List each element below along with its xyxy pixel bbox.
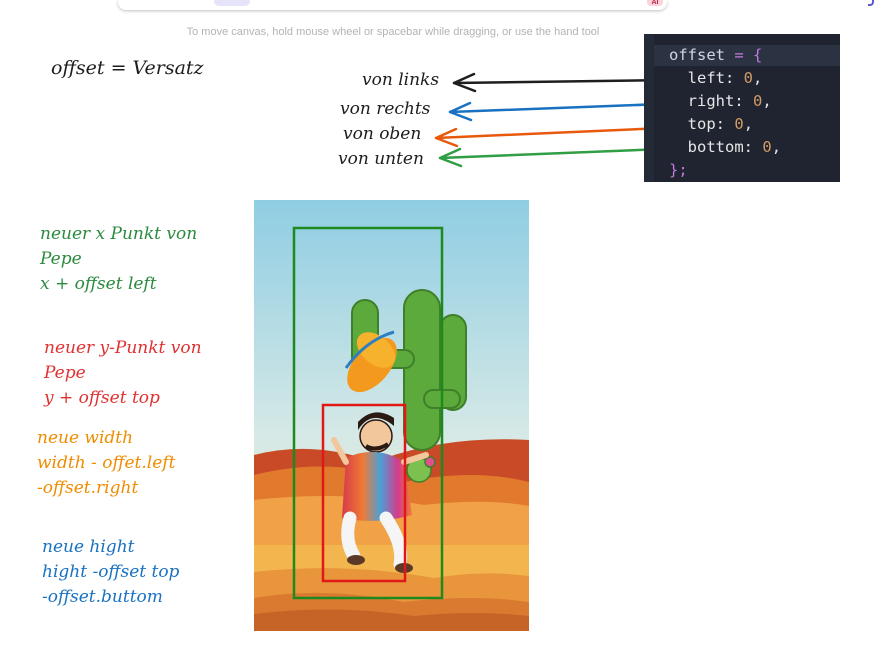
note-width-line-3: -offset.right: [37, 478, 139, 498]
code-line-top: top: 0,: [687, 115, 754, 133]
code-value-top: 0: [734, 115, 744, 133]
scene-illustration: [254, 200, 529, 631]
code-closing: };: [669, 161, 688, 179]
code-open-brace: = {: [725, 46, 763, 64]
arrow-links[interactable]: [452, 72, 670, 93]
code-gutter: [644, 34, 654, 182]
note-new-height[interactable]: neue hight hight -offset top -offset.but…: [42, 535, 179, 610]
note-x-line-2: Pepe: [40, 249, 82, 269]
note-x-line-3: x + offset left: [40, 274, 157, 294]
code-key-bottom: bottom: [687, 138, 744, 156]
code-line-1: offset = {: [669, 46, 762, 64]
note-new-y[interactable]: neuer y-Punkt von Pepe y + offset top: [44, 336, 202, 411]
code-snippet[interactable]: offset = { left: 0, right: 0, top: 0, bo…: [644, 34, 840, 182]
code-key-left: left: [687, 69, 725, 87]
code-var-name: offset: [669, 46, 725, 64]
note-new-width[interactable]: neue width width - offet.left -offset.ri…: [37, 426, 175, 501]
code-key-top: top: [687, 115, 716, 133]
note-y-line-1: neuer y-Punkt von: [44, 338, 202, 358]
code-value-right: 0: [753, 92, 763, 110]
note-height-line-1: neue hight: [42, 537, 135, 557]
note-width-line-1: neue width: [37, 428, 134, 448]
code-value-bottom: 0: [762, 138, 772, 156]
note-x-line-1: neuer x Punkt von: [40, 224, 198, 244]
note-y-line-3: y + offset top: [44, 388, 160, 408]
code-key-right: right: [687, 92, 735, 110]
note-new-x[interactable]: neuer x Punkt von Pepe x + offset left: [40, 222, 197, 297]
code-line-bottom: bottom: 0,: [687, 138, 782, 156]
game-scene-image[interactable]: [254, 200, 529, 631]
code-value-left: 0: [743, 69, 754, 87]
note-y-line-2: Pepe: [44, 363, 86, 383]
code-line-left: left: 0,: [687, 69, 763, 87]
note-height-line-3: -offset.buttom: [42, 587, 163, 607]
code-line-right: right: 0,: [687, 92, 772, 110]
note-width-line-2: width - offet.left: [37, 453, 176, 473]
note-height-line-2: hight -offset top: [42, 562, 180, 582]
